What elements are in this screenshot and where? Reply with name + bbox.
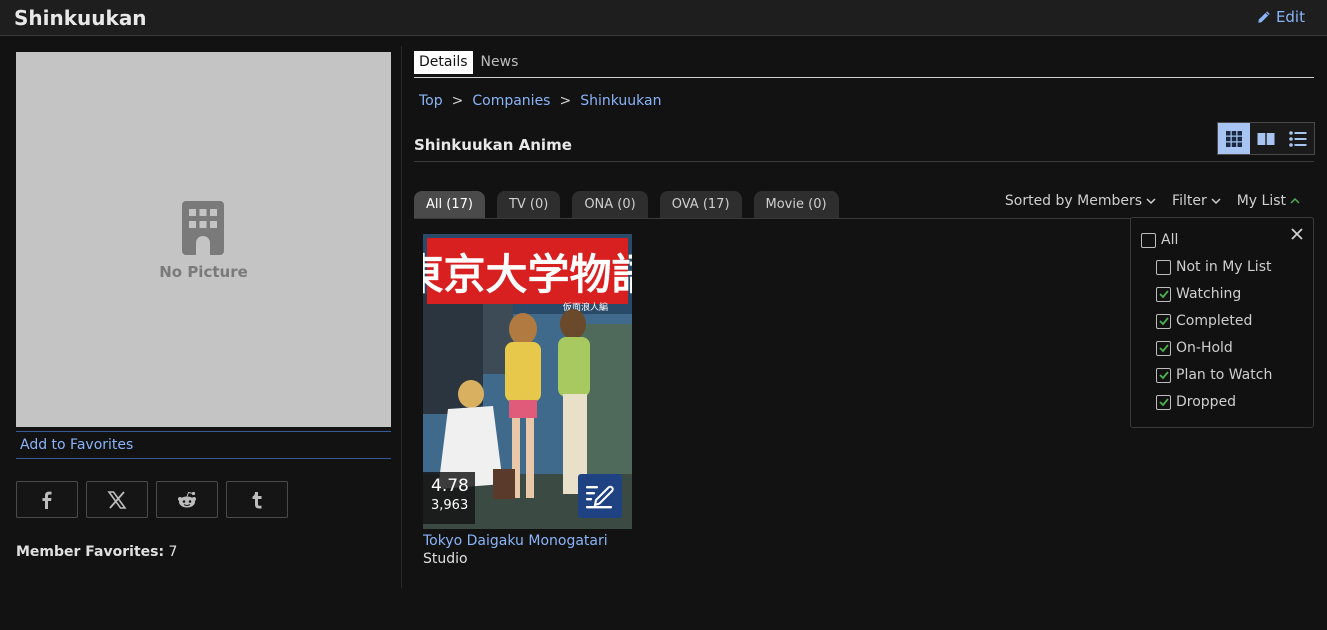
mylist-dropdown[interactable]: My List [1237, 193, 1300, 209]
close-icon[interactable] [1290, 227, 1304, 241]
chevron-down-icon [1146, 198, 1156, 205]
filter-tab-movie[interactable]: Movie (0) [753, 191, 839, 218]
check-icon [1158, 290, 1169, 299]
anime-card: 東京大学物語 仮面浪人編 4.78 3,963 [423, 234, 632, 567]
chevron-up-icon [1290, 197, 1300, 204]
checkbox-watching[interactable] [1156, 286, 1171, 302]
building-icon [182, 201, 224, 255]
breadcrumb-separator: > [451, 93, 464, 109]
check-icon [1158, 344, 1169, 353]
reddit-icon [178, 491, 196, 507]
tumblr-share-button[interactable] [226, 481, 288, 518]
edit-list-entry-button[interactable] [578, 474, 622, 518]
sort-label: Sorted by Members [1004, 193, 1143, 209]
grid-large-icon [1257, 132, 1275, 145]
option-label: Completed [1176, 313, 1253, 329]
check-icon [1158, 371, 1169, 380]
list-icon [1289, 130, 1307, 147]
option-label: Dropped [1176, 394, 1237, 410]
mylist-filter-dropdown: All Not in My List Watching Completed On… [1130, 217, 1314, 428]
sort-filter-bar: Sorted by Members Filter My List [1005, 193, 1300, 209]
tab-bar: Details News [414, 51, 1314, 78]
members-count: 3,963 [431, 498, 469, 513]
x-icon [107, 490, 127, 509]
checkbox-dropped[interactable] [1156, 394, 1171, 410]
anime-cover-image[interactable]: 東京大学物語 仮面浪人編 4.78 3,963 [423, 234, 632, 529]
sort-dropdown[interactable]: Sorted by Members [1005, 193, 1156, 209]
breadcrumb-top[interactable]: Top [419, 93, 443, 109]
checkbox-not-in-list[interactable] [1156, 259, 1171, 275]
mylist-option-plan-to-watch[interactable]: Plan to Watch [1156, 367, 1272, 383]
filter-tab-all[interactable]: All (17) [414, 191, 485, 218]
check-icon [1158, 317, 1169, 326]
x-share-button[interactable] [86, 481, 148, 518]
view-mode-toggle [1217, 122, 1315, 155]
mylist-option-completed[interactable]: Completed [1156, 313, 1252, 329]
member-favorites-count: 7 [168, 544, 178, 560]
column-divider [401, 46, 402, 588]
score-badge: 4.78 3,963 [423, 472, 475, 524]
cover-title-jp: 東京大学物語 [423, 250, 632, 299]
view-grid-tile-button[interactable] [1218, 123, 1250, 154]
checkbox-completed[interactable] [1156, 313, 1171, 329]
type-filter-tabs: All (17) TV (0) ONA (0) OVA (17) Movie (… [414, 191, 839, 218]
no-picture-label: No Picture [159, 263, 248, 281]
mylist-option-dropped[interactable]: Dropped [1156, 394, 1236, 410]
filter-tab-ona[interactable]: ONA (0) [572, 191, 648, 218]
view-list-button[interactable] [1282, 123, 1314, 154]
filter-tab-ova[interactable]: OVA (17) [659, 191, 742, 218]
edit-label: Edit [1275, 8, 1305, 26]
option-label: On-Hold [1176, 340, 1233, 356]
list-edit-icon [586, 485, 614, 509]
add-to-favorites-link[interactable]: Add to Favorites [16, 431, 391, 459]
tab-details[interactable]: Details [414, 51, 473, 74]
page-header: Shinkuukan Edit [0, 0, 1327, 36]
section-divider [414, 161, 1314, 162]
filter-tab-tv[interactable]: TV (0) [496, 191, 561, 218]
tab-news[interactable]: News [476, 51, 524, 74]
anime-title-link[interactable]: Tokyo Daigaku Monogatari [423, 533, 632, 549]
grid-tile-icon [1226, 130, 1242, 147]
mylist-option-watching[interactable]: Watching [1156, 286, 1241, 302]
anime-studio: Studio [423, 551, 468, 567]
section-title: Shinkuukan Anime [414, 136, 572, 154]
share-buttons [16, 481, 288, 518]
option-label: All [1161, 232, 1179, 248]
breadcrumb-separator: > [559, 93, 572, 109]
option-label: Not in My List [1176, 259, 1272, 275]
checkbox-on-hold[interactable] [1156, 340, 1171, 356]
mylist-option-not-in-list[interactable]: Not in My List [1156, 259, 1271, 275]
company-image-placeholder: No Picture [16, 52, 391, 427]
member-favorites: Member Favorites: 7 [16, 544, 177, 560]
facebook-share-button[interactable] [16, 481, 78, 518]
score-value: 4.78 [431, 476, 469, 496]
mylist-option-all[interactable]: All [1141, 232, 1178, 248]
reddit-share-button[interactable] [156, 481, 218, 518]
breadcrumb-current[interactable]: Shinkuukan [580, 93, 661, 109]
view-grid-large-button[interactable] [1250, 123, 1282, 154]
pencil-icon [1258, 11, 1270, 23]
tumblr-icon [252, 491, 262, 508]
checkbox-all[interactable] [1141, 232, 1156, 248]
facebook-icon [42, 491, 52, 509]
check-icon [1158, 398, 1169, 407]
member-favorites-label: Member Favorites: [16, 544, 165, 560]
option-label: Plan to Watch [1176, 367, 1273, 383]
chevron-down-icon [1211, 198, 1221, 205]
left-column: No Picture Add to Favorites Member Favor… [16, 52, 391, 560]
page-title: Shinkuukan [14, 6, 147, 30]
option-label: Watching [1176, 286, 1242, 302]
breadcrumb-companies[interactable]: Companies [472, 93, 550, 109]
checkbox-plan-to-watch[interactable] [1156, 367, 1171, 383]
mylist-label: My List [1236, 193, 1286, 209]
edit-button[interactable]: Edit [1257, 8, 1305, 26]
breadcrumb: Top > Companies > Shinkuukan [419, 93, 661, 109]
filter-label: Filter [1172, 193, 1207, 209]
filter-dropdown[interactable]: Filter [1172, 193, 1221, 209]
mylist-option-on-hold[interactable]: On-Hold [1156, 340, 1233, 356]
